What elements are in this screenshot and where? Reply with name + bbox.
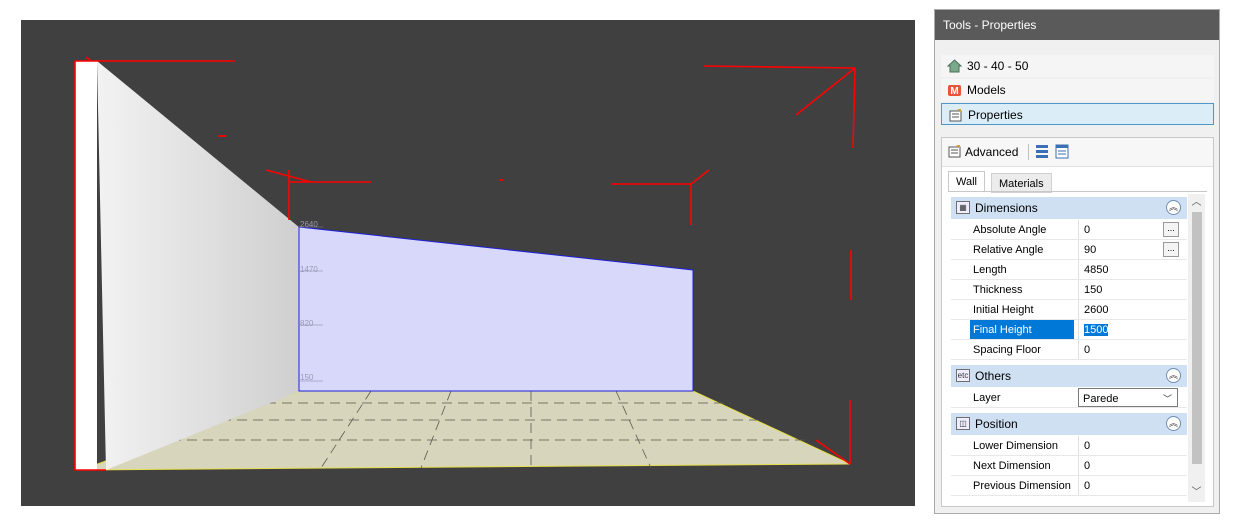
property-row-next-dimension[interactable]: Next Dimension 0 — [951, 456, 1187, 476]
property-name: Thickness — [973, 284, 1023, 296]
property-name: Absolute Angle — [973, 224, 1047, 236]
property-row-spacing-floor[interactable]: Spacing Floor 0 — [951, 340, 1187, 360]
property-value[interactable]: 0 — [1078, 476, 1178, 495]
property-value-editing[interactable]: 1500 — [1078, 320, 1178, 339]
categorized-view-icon[interactable] — [1035, 144, 1049, 159]
collapse-icon[interactable]: ︽ — [1166, 368, 1181, 383]
advanced-properties-box: Advanced Wall Materials ▦ Dimensions ︽ A… — [941, 137, 1214, 507]
property-row-previous-dimension[interactable]: Previous Dimension 0 — [951, 476, 1187, 496]
dimension-label: 820 — [300, 319, 314, 328]
property-row-initial-height[interactable]: Initial Height 2600 — [951, 300, 1187, 320]
property-name: Spacing Floor — [973, 344, 1041, 356]
position-icon: ◫ — [956, 417, 970, 430]
nav-item-models[interactable]: M Models — [941, 79, 1214, 101]
tools-properties-panel: Tools - Properties 30 - 40 - 50 M Models… — [934, 9, 1220, 514]
dimensions-icon: ▦ — [956, 201, 970, 214]
property-name: Layer — [973, 392, 1001, 404]
chevron-down-icon[interactable]: ﹀ — [1190, 486, 1203, 500]
property-value[interactable]: 4850 — [1078, 260, 1178, 279]
nav-item-properties[interactable]: Properties — [941, 103, 1214, 125]
property-name: Next Dimension — [973, 460, 1051, 472]
ellipsis-button[interactable]: ... — [1163, 222, 1179, 237]
property-name: Lower Dimension — [973, 440, 1058, 452]
models-icon: M — [948, 85, 961, 97]
property-row-absolute-angle[interactable]: Absolute Angle 0 ... — [951, 220, 1187, 240]
panel-title: Tools - Properties — [935, 10, 1219, 40]
section-title: Position — [975, 417, 1018, 431]
tab-divider — [948, 191, 1207, 192]
tab-materials[interactable]: Materials — [991, 173, 1052, 193]
dimension-label: 150 — [300, 373, 314, 382]
nav-item-30-40-50[interactable]: 30 - 40 - 50 — [941, 55, 1214, 77]
selected-value-text[interactable]: 1500 — [1084, 324, 1109, 336]
property-grid-scrollbar[interactable]: ︿ ﹀ — [1188, 194, 1205, 502]
property-name: Previous Dimension — [973, 480, 1071, 492]
property-row-layer[interactable]: Layer Parede ﹀ — [951, 388, 1187, 408]
section-others[interactable]: etc Others ︽ — [951, 365, 1187, 387]
dimension-label: 2640 — [300, 220, 318, 229]
property-value[interactable]: 0 — [1078, 340, 1178, 359]
section-dimensions[interactable]: ▦ Dimensions ︽ — [951, 197, 1187, 219]
property-row-lower-dimension[interactable]: Lower Dimension 0 — [951, 436, 1187, 456]
tab-wall[interactable]: Wall — [948, 171, 985, 192]
property-row-final-height[interactable]: Final Height 1500 — [951, 320, 1187, 340]
property-name: Final Height — [970, 320, 1074, 339]
left-wall-edge — [75, 61, 97, 470]
house-icon — [947, 59, 962, 73]
property-row-thickness[interactable]: Thickness 150 — [951, 280, 1187, 300]
property-row-relative-angle[interactable]: Relative Angle 90 ... — [951, 240, 1187, 260]
others-icon: etc — [956, 369, 970, 382]
nav-item-label: Properties — [968, 108, 1023, 122]
property-pages-icon[interactable] — [1055, 144, 1069, 159]
nav-item-label: Models — [967, 83, 1006, 97]
property-row-length[interactable]: Length 4850 — [951, 260, 1187, 280]
section-title: Others — [975, 369, 1012, 383]
scroll-thumb[interactable] — [1192, 212, 1202, 464]
svg-text:M: M — [950, 86, 958, 97]
properties-icon — [948, 145, 961, 158]
properties-icon — [949, 109, 962, 122]
ellipsis-button[interactable]: ... — [1163, 242, 1179, 257]
dropdown-value: Parede — [1083, 393, 1119, 405]
selected-wall[interactable] — [298, 226, 694, 392]
layer-dropdown[interactable]: Parede ﹀ — [1078, 388, 1178, 407]
section-title: Dimensions — [975, 201, 1038, 215]
property-value[interactable]: 0 — [1078, 456, 1178, 475]
advanced-toolbar: Advanced — [942, 138, 1213, 167]
chevron-up-icon[interactable]: ︿ — [1190, 196, 1203, 210]
dimension-label: 1470 — [300, 265, 318, 274]
nav-item-label: 30 - 40 - 50 — [967, 59, 1029, 73]
3d-viewport[interactable]: 2640 1470 820 150 — [21, 20, 915, 506]
chevron-down-icon: ﹀ — [1162, 394, 1172, 404]
toolbar-separator — [1028, 144, 1029, 160]
property-name: Relative Angle — [973, 244, 1044, 256]
collapse-icon[interactable]: ︽ — [1166, 416, 1181, 431]
property-grid: ▦ Dimensions ︽ Absolute Angle 0 ... Rela… — [951, 194, 1187, 502]
property-value[interactable]: 150 — [1078, 280, 1178, 299]
advanced-button[interactable]: Advanced — [965, 145, 1018, 159]
property-value[interactable]: 0 — [1078, 436, 1178, 455]
collapse-icon[interactable]: ︽ — [1166, 200, 1181, 215]
section-position[interactable]: ◫ Position ︽ — [951, 413, 1187, 435]
property-name: Initial Height — [973, 304, 1034, 316]
property-name: Length — [973, 264, 1007, 276]
property-value[interactable]: 2600 — [1078, 300, 1178, 319]
scene-drawing — [74, 56, 856, 471]
